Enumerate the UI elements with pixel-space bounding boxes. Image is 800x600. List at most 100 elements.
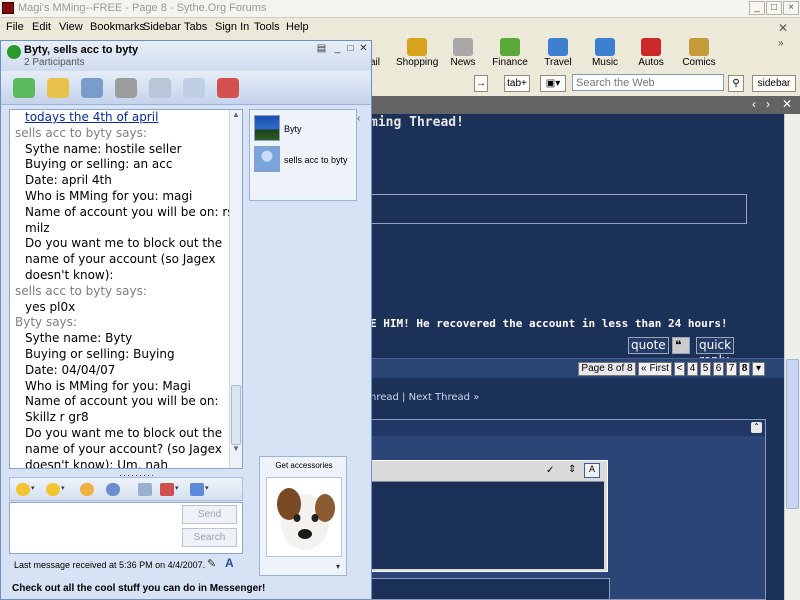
page-link-6[interactable]: 6 bbox=[713, 362, 724, 376]
message-line: Who is MMing for you: Magi bbox=[25, 378, 191, 393]
message-line: Skillz r gr8 bbox=[25, 410, 89, 425]
font-icon[interactable] bbox=[138, 483, 152, 496]
wink-dropdown-icon[interactable]: ▾ bbox=[61, 484, 65, 492]
send-files-icon[interactable] bbox=[47, 78, 69, 98]
multi-quote-icon[interactable]: ❝ bbox=[672, 337, 690, 354]
spellcheck-icon[interactable]: ✓ bbox=[546, 465, 554, 476]
first-page-link[interactable]: « First bbox=[638, 362, 672, 376]
invite-contact-icon[interactable] bbox=[13, 78, 35, 98]
participant-sells-acc[interactable]: sells acc to byty bbox=[254, 146, 354, 176]
participants-panel: Byty sells acc to byty bbox=[249, 109, 357, 201]
emoticon-dropdown-icon[interactable]: ▾ bbox=[31, 484, 35, 492]
webcam-icon[interactable] bbox=[81, 78, 103, 98]
forum-page: ming Thread! E HIM! He recovered the acc… bbox=[370, 114, 784, 600]
maximize-button[interactable]: □ bbox=[344, 44, 357, 56]
toolbar-music[interactable]: Music bbox=[590, 36, 620, 70]
comics-icon bbox=[689, 38, 709, 56]
new-tab-button[interactable]: tab+ bbox=[504, 75, 530, 92]
toolbar-comics[interactable]: Comics bbox=[682, 36, 716, 70]
menu-sidebar[interactable]: Sidebar bbox=[143, 21, 181, 33]
page-link-4[interactable]: 4 bbox=[687, 362, 698, 376]
search-icon[interactable]: ⚲ bbox=[728, 75, 744, 92]
menu-help[interactable]: Help bbox=[286, 21, 309, 33]
sidebar-button[interactable]: sidebar bbox=[752, 75, 796, 92]
menu-sign-in[interactable]: Sign In bbox=[215, 21, 249, 33]
participant-byty[interactable]: Byty bbox=[254, 115, 354, 145]
scroll-up-icon[interactable]: ▲ bbox=[230, 110, 242, 122]
voice-clip-icon[interactable] bbox=[106, 483, 120, 496]
minimize-button[interactable]: _ bbox=[749, 1, 765, 15]
text-mode-icon[interactable]: A bbox=[225, 556, 234, 570]
close-button[interactable]: ✕ bbox=[357, 44, 370, 56]
search-button[interactable]: Search bbox=[182, 528, 237, 547]
page-scrollbar[interactable] bbox=[784, 114, 800, 600]
scroll-thumb[interactable] bbox=[231, 385, 241, 445]
page-menu-dropdown-icon[interactable]: ▾ bbox=[752, 362, 765, 376]
menu-file[interactable]: File bbox=[6, 21, 24, 33]
ink-icon[interactable] bbox=[160, 483, 174, 496]
minimize-button[interactable]: _ bbox=[331, 44, 344, 56]
tab-close-icon[interactable]: ✕ bbox=[782, 97, 792, 111]
pagination-bar: Page 8 of 8 « First < 4 5 6 7 8 ▾ bbox=[370, 358, 784, 378]
games-icon[interactable] bbox=[183, 78, 205, 98]
toolbar: ail Shopping News Finance Travel Music A… bbox=[370, 36, 800, 72]
chevron-overflow-icon[interactable]: » bbox=[778, 38, 784, 49]
thread-nav-links[interactable]: hread | Next Thread » bbox=[370, 392, 479, 403]
message-line: milz bbox=[25, 220, 50, 235]
editor-mode-icon[interactable]: A bbox=[584, 463, 600, 478]
car-icon bbox=[641, 38, 661, 56]
message-input[interactable]: Send Search bbox=[9, 502, 243, 554]
nudge-icon[interactable] bbox=[80, 483, 94, 496]
menu-icon[interactable]: ▤ bbox=[315, 44, 328, 56]
block-icon[interactable] bbox=[217, 78, 239, 98]
messenger-promo-text[interactable]: Check out all the cool stuff you can do … bbox=[1, 579, 371, 599]
resize-icon[interactable]: ⇕ bbox=[568, 464, 576, 475]
reply-textarea[interactable] bbox=[370, 481, 604, 569]
menu-close-icon[interactable]: ✕ bbox=[778, 21, 788, 35]
ink-dropdown-icon[interactable]: ▾ bbox=[175, 484, 179, 492]
toolbar-shopping[interactable]: Shopping bbox=[396, 36, 438, 70]
wink-icon[interactable] bbox=[46, 483, 60, 496]
quick-reply-button[interactable]: quick reply bbox=[696, 337, 735, 367]
tab-scroll-left-icon[interactable]: ‹ bbox=[752, 97, 756, 111]
background-dropdown-icon[interactable]: ▾ bbox=[205, 484, 209, 492]
menu-tabs[interactable]: Tabs bbox=[184, 21, 207, 33]
prev-page-link[interactable]: < bbox=[674, 362, 685, 376]
search-input[interactable] bbox=[572, 74, 724, 91]
go-button[interactable]: → bbox=[474, 75, 488, 92]
quote-button[interactable]: quote bbox=[628, 337, 669, 354]
message-line: doesn't know): Um, nah bbox=[25, 457, 168, 469]
message-link[interactable]: todays the 4th of april bbox=[15, 110, 230, 126]
toolbar-news[interactable]: News bbox=[448, 36, 478, 70]
dog-display-picture[interactable] bbox=[266, 477, 342, 557]
toolbar-autos[interactable]: Autos bbox=[636, 36, 666, 70]
emoticon-icon[interactable] bbox=[16, 483, 30, 496]
phone-call-icon[interactable] bbox=[115, 78, 137, 98]
toolbar-travel[interactable]: Travel bbox=[542, 36, 574, 70]
music-icon bbox=[595, 38, 615, 56]
tab-scroll-right-icon[interactable]: › bbox=[766, 97, 770, 111]
page-link-5[interactable]: 5 bbox=[700, 362, 711, 376]
collapse-panel-icon[interactable]: ‹ bbox=[357, 113, 367, 127]
menu-bookmarks[interactable]: Bookmarks bbox=[90, 21, 145, 33]
menu-view[interactable]: View bbox=[59, 21, 83, 33]
handwriting-icon[interactable]: ✎ bbox=[207, 557, 216, 570]
scroll-down-icon[interactable]: ▼ bbox=[230, 444, 242, 456]
send-button[interactable]: Send bbox=[182, 505, 237, 524]
scrollbar-thumb[interactable] bbox=[786, 359, 799, 509]
toolbar-finance[interactable]: Finance bbox=[492, 36, 528, 70]
close-button[interactable]: × bbox=[783, 1, 799, 15]
get-accessories-link[interactable]: Get accessories bbox=[260, 461, 348, 470]
conversation-scrollbar[interactable]: ▲ ▼ bbox=[229, 110, 242, 468]
search-engine-dropdown[interactable]: ▣▾ bbox=[540, 75, 566, 92]
reply-options bbox=[370, 578, 610, 600]
menu-tools[interactable]: Tools bbox=[254, 21, 280, 33]
messenger-toolbar bbox=[1, 71, 371, 105]
background-icon[interactable] bbox=[190, 483, 204, 496]
maximize-button[interactable]: □ bbox=[766, 1, 782, 15]
activities-icon[interactable] bbox=[149, 78, 171, 98]
picture-options-dropdown-icon[interactable]: ▾ bbox=[336, 562, 340, 571]
page-link-7[interactable]: 7 bbox=[726, 362, 737, 376]
collapse-icon[interactable]: ⌃ bbox=[751, 422, 762, 433]
menu-edit[interactable]: Edit bbox=[32, 21, 51, 33]
